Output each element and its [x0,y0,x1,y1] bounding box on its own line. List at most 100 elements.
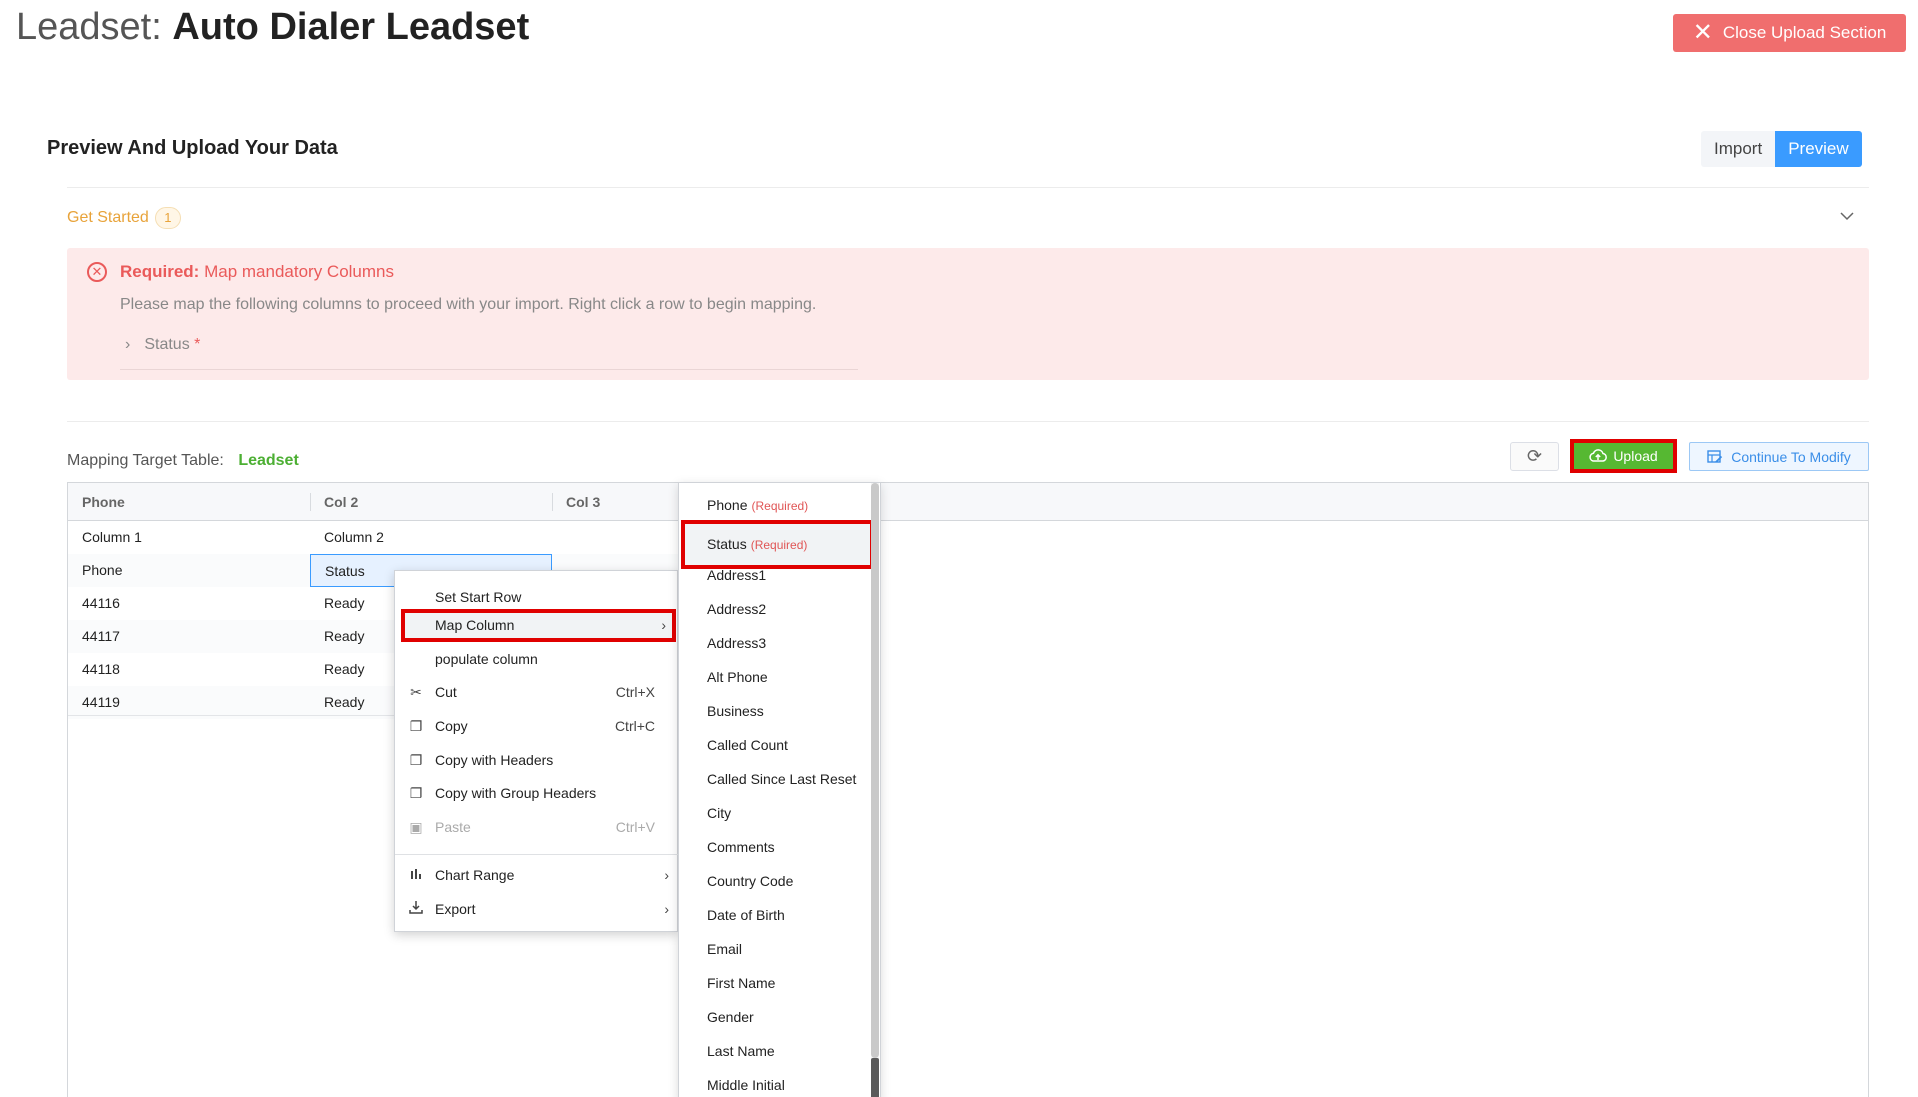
submenu-item-alt-phone[interactable]: Alt Phone [679,660,872,694]
menu-item-shortcut: Ctrl+X [615,684,655,700]
menu-item-label: Paste [435,819,471,835]
menu-item-label: populate column [435,651,538,667]
submenu-item-phone[interactable]: Phone (Required) [679,488,872,522]
leadset-name: Auto Dialer Leadset [172,6,530,48]
alert-title-bold: Required: [120,262,200,281]
submenu-item-label: Phone [707,497,748,513]
menu-item-map-column[interactable]: Map Column › [401,609,676,642]
menu-item-export[interactable]: Export › [395,893,679,926]
menu-item-label: Copy [435,718,468,734]
map-column-submenu: Phone (Required) Status (Required) Address… [678,482,881,1097]
continue-to-modify-label: Continue To Modify [1731,448,1851,465]
refresh-icon: ⟳ [1526,446,1543,466]
table-cell[interactable]: Column 1 [68,521,310,554]
menu-item-cut[interactable]: ✂ Cut Ctrl+X [395,676,679,709]
upload-label: Upload [1613,448,1658,464]
submenu-item-date-of-birth[interactable]: Date of Birth [679,898,872,932]
submenu-item-address1[interactable]: Address1 [679,558,872,592]
bar-chart-icon [407,859,425,892]
menu-item-copy-with-headers[interactable]: ❐ Copy with Headers [395,744,679,777]
column-header-col2[interactable]: Col 2 [310,483,552,521]
alert-divider [120,369,858,370]
menu-item-shortcut: Ctrl+V [615,819,655,835]
table-cell[interactable]: Column 2 [310,521,552,554]
required-tag: (Required) [751,499,809,513]
submenu-item-city[interactable]: City [679,796,872,830]
preview-toggle-button[interactable]: Preview [1775,131,1862,167]
alert-title: Required: Map mandatory Columns [120,262,394,282]
menu-item-copy[interactable]: ❐ Copy Ctrl+C [395,710,679,743]
menu-item-populate-column[interactable]: populate column [395,643,679,676]
alert-title-rest: Map mandatory Columns [204,262,394,281]
required-alert: ✕ Required: Map mandatory Columns Please… [67,248,1869,380]
menu-separator [395,854,679,855]
page-title: Leadset: Auto Dialer Leadset [16,6,529,49]
column-header-phone[interactable]: Phone [68,483,310,521]
refresh-button[interactable]: ⟳ [1510,442,1559,471]
chevron-right-icon: › [664,901,669,917]
submenu-item-address2[interactable]: Address2 [679,592,872,626]
table-cell[interactable]: 44116 [68,587,310,620]
menu-item-label: Copy with Group Headers [435,785,597,801]
menu-item-paste: ▣ Paste Ctrl+V [395,811,679,844]
copy-icon: ❐ [409,718,423,734]
menu-item-label: Cut [435,684,457,700]
get-started-label: Get Started [67,209,149,226]
title-prefix: Leadset: [16,6,162,48]
chevron-down-icon[interactable] [1840,208,1854,226]
mapping-target-text: Mapping Target Table: [67,452,224,469]
required-tag: (Required) [750,538,808,552]
data-grid: Phone Col 2 Col 3 Column 1 Column 2 Phon… [67,482,1869,1097]
submenu-item-gender[interactable]: Gender [679,1000,872,1034]
get-started-count-badge: 1 [154,207,181,229]
context-menu: Set Start Row Map Column › populate colu… [394,570,679,932]
divider [67,421,1869,422]
submenu-item-country-code[interactable]: Country Code [679,864,872,898]
table-cell[interactable]: 44118 [68,653,310,686]
submenu-item-address3[interactable]: Address3 [679,626,872,660]
view-toggle: Import Preview [1701,131,1862,167]
submenu-item-business[interactable]: Business [679,694,872,728]
cloud-upload-icon [1589,449,1608,462]
submenu-item-label: Status [707,536,747,552]
menu-item-label: Export [435,901,476,917]
menu-item-label: Map Column [435,617,515,633]
submenu-scrollbar-handle[interactable] [871,1058,879,1097]
chevron-right-icon: › [125,336,131,353]
copy-icon: ❐ [409,752,423,768]
edit-table-icon [1707,449,1723,463]
close-upload-section-button[interactable]: ✕ Close Upload Section [1673,14,1906,52]
copy-icon: ❐ [409,785,423,801]
get-started-collapse-header[interactable]: Get Started 1 [67,207,181,229]
close-icon: ✕ [1692,19,1713,46]
close-upload-section-label: Close Upload Section [1722,23,1887,42]
submenu-scrollbar-thumb[interactable] [871,483,879,1058]
submenu-item-first-name[interactable]: First Name [679,966,872,1000]
mapping-target-table: Leadset [238,452,299,469]
chevron-right-icon: › [661,617,666,633]
menu-item-copy-with-group-headers[interactable]: ❐ Copy with Group Headers [395,777,679,810]
submenu-item-comments[interactable]: Comments [679,830,872,864]
grid-header-row: Phone Col 2 Col 3 [68,483,1868,521]
import-toggle-button[interactable]: Import [1701,131,1776,167]
table-cell[interactable]: 44117 [68,620,310,653]
mapping-target-label: Mapping Target Table: Leadset [67,452,299,470]
alert-description: Please map the following columns to proc… [120,296,817,313]
chevron-right-icon: › [664,867,669,883]
download-icon [407,893,425,926]
continue-to-modify-button[interactable]: Continue To Modify [1689,442,1869,471]
required-column-label: Status [144,336,190,353]
table-cell[interactable]: Phone [68,554,310,587]
menu-item-label: Chart Range [435,867,515,883]
upload-button[interactable]: Upload [1570,439,1677,473]
menu-item-chart-range[interactable]: Chart Range › [395,859,679,892]
submenu-item-middle-initial[interactable]: Middle Initial [679,1068,872,1097]
required-asterisk: * [194,336,201,353]
menu-item-shortcut: Ctrl+C [614,718,655,734]
submenu-item-email[interactable]: Email [679,932,872,966]
divider [67,187,1869,188]
submenu-item-called-since-last-reset[interactable]: Called Since Last Reset [679,762,872,796]
required-column-item[interactable]: › Status * [125,336,200,354]
submenu-item-last-name[interactable]: Last Name [679,1034,872,1068]
submenu-item-called-count[interactable]: Called Count [679,728,872,762]
